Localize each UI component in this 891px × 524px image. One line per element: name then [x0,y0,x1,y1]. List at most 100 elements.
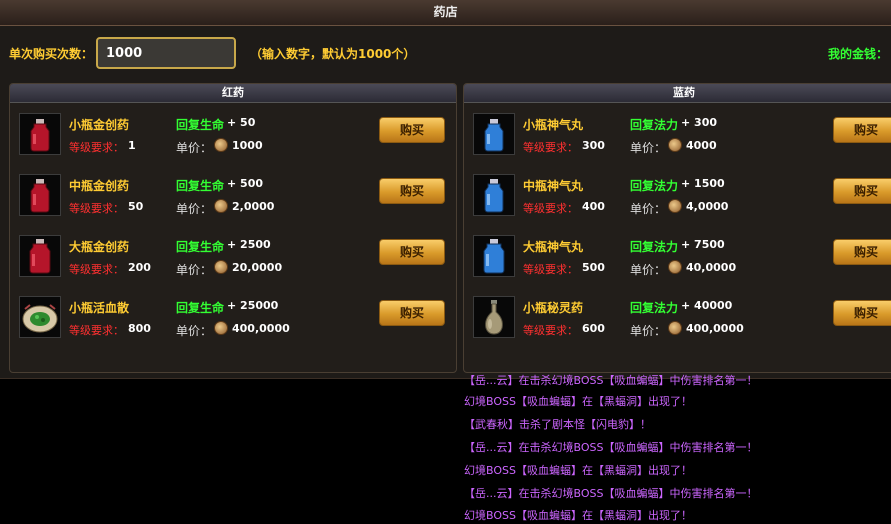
level-label: 等级要求： [523,202,578,215]
chat-message: 【武春秋】击杀了剧本怪【闪电豹】！ [464,418,651,431]
red-potion-small-icon [19,113,61,155]
red-panel-title: 红药 [10,84,456,103]
quantity-hint: （输入数字，默认为1000个） [250,47,416,61]
shop-item: 大瓶神气丸 等级要求： 500 回复法力 + 7500 单价： 40,0000 … [464,235,891,296]
shop-item: 中瓶神气丸 等级要求： 400 回复法力 + 1500 单价： 4,0000 购… [464,174,891,235]
chat-message: 幻境BOSS【吸血蝙蝠】在【黑蝠洞】出现了！ [464,464,692,477]
effect-value: + 500 [227,177,264,190]
blue-potion-panel: 蓝药 小瓶神气丸 等级要求： 300 回复法力 + 300 单价： 4000 购… [463,83,891,373]
buy-button[interactable]: 购买 [833,178,891,204]
effect-label: 回复法力 [630,301,679,315]
item-name: 小瓶金创药 [69,118,130,132]
item-name: 小瓶活血散 [69,301,130,315]
coin-icon [668,199,682,213]
herb-powder-icon [19,296,61,338]
price-value: 4000 [686,139,717,152]
shop-item: 大瓶金创药 等级要求： 200 回复生命 + 2500 单价： 20,0000 … [10,235,450,296]
level-value: 600 [582,322,605,335]
level-label: 等级要求： [523,141,578,154]
shop-item: 小瓶秘灵药 等级要求： 600 回复法力 + 40000 单价： 400,000… [464,296,891,357]
coin-icon [214,199,228,213]
coin-icon [214,138,228,152]
level-value: 1 [128,139,136,152]
chat-message: 【岳...云】在击杀幻境BOSS【吸血蝙蝠】中伤害排名第一！ [464,441,758,454]
buy-button[interactable]: 购买 [833,117,891,143]
price-value: 4,0000 [686,200,729,213]
red-potion-large-icon [19,235,61,277]
effect-value: + 1500 [681,177,725,190]
effect-value: + 300 [681,116,718,129]
window-title: 药店 [0,0,891,26]
buy-button[interactable]: 购买 [379,300,445,326]
price-value: 2,0000 [232,200,275,213]
price-label: 单价： [630,202,667,216]
price-label: 单价： [176,263,213,277]
price-value: 20,0000 [232,261,283,274]
money-label: 我的金钱： [828,47,889,61]
item-name: 小瓶秘灵药 [523,301,584,315]
effect-label: 回复法力 [630,179,679,193]
price-label: 单价： [630,141,667,155]
blue-potion-medium-icon [473,174,515,216]
item-name: 大瓶神气丸 [523,240,584,254]
shop-item: 小瓶神气丸 等级要求： 300 回复法力 + 300 单价： 4000 购买 [464,113,891,174]
chat-message: 幻境BOSS【吸血蝙蝠】在【黑蝠洞】出现了！ [464,395,692,408]
quantity-input[interactable] [96,37,236,69]
price-value: 1000 [232,139,263,152]
item-name: 小瓶神气丸 [523,118,584,132]
coin-icon [668,260,682,274]
level-label: 等级要求： [69,141,124,154]
effect-label: 回复生命 [176,118,225,132]
price-label: 单价： [176,202,213,216]
chat-message: 幻境BOSS【吸血蝙蝠】在【黑蝠洞】出现了！ [464,509,692,522]
shop-item: 小瓶金创药 等级要求： 1 回复生命 + 50 单价： 1000 购买 [10,113,450,174]
level-label: 等级要求： [69,324,124,337]
blue-panel-title: 蓝药 [464,84,891,103]
effect-value: + 7500 [681,238,725,251]
buy-button[interactable]: 购买 [379,178,445,204]
effect-value: + 25000 [227,299,279,312]
level-value: 50 [128,200,144,213]
coin-icon [214,260,228,274]
level-label: 等级要求： [69,202,124,215]
buy-button[interactable]: 购买 [833,239,891,265]
price-value: 40,0000 [686,261,737,274]
level-label: 等级要求： [523,263,578,276]
red-potion-medium-icon [19,174,61,216]
shop-item: 中瓶金创药 等级要求： 50 回复生命 + 500 单价： 2,0000 购买 [10,174,450,235]
chat-message: 【岳...云】在击杀幻境BOSS【吸血蝙蝠】中伤害排名第一！ [464,374,758,387]
buy-button[interactable]: 购买 [833,300,891,326]
blue-potion-large-icon [473,235,515,277]
level-label: 等级要求： [523,324,578,337]
price-label: 单价： [630,263,667,277]
price-value: 400,0000 [232,322,290,335]
effect-label: 回复生命 [176,240,225,254]
item-name: 中瓶金创药 [69,179,130,193]
level-value: 800 [128,322,151,335]
price-label: 单价： [176,324,213,338]
item-name: 大瓶金创药 [69,240,130,254]
buy-button[interactable]: 购买 [379,239,445,265]
effect-label: 回复生命 [176,179,225,193]
coin-icon [214,321,228,335]
vase-potion-icon [473,296,515,338]
red-potion-panel: 红药 小瓶金创药 等级要求： 1 回复生命 + 50 单价： 1000 购买 中… [9,83,457,373]
system-chat-log: 【岳...云】在击杀幻境BOSS【吸血蝙蝠】中伤害排名第一！ 幻境BOSS【吸血… [458,374,891,524]
level-value: 500 [582,261,605,274]
chat-message: 【岳...云】在击杀幻境BOSS【吸血蝙蝠】中伤害排名第一！ [464,487,758,500]
price-label: 单价： [176,141,213,155]
effect-label: 回复法力 [630,118,679,132]
quantity-label: 单次购买次数： [9,47,94,61]
item-name: 中瓶神气丸 [523,179,584,193]
level-label: 等级要求： [69,263,124,276]
effect-value: + 50 [227,116,256,129]
shop-item: 小瓶活血散 等级要求： 800 回复生命 + 25000 单价： 400,000… [10,296,450,357]
effect-value: + 2500 [227,238,271,251]
price-value: 400,0000 [686,322,744,335]
effect-label: 回复生命 [176,301,225,315]
buy-button[interactable]: 购买 [379,117,445,143]
coin-icon [668,138,682,152]
level-value: 200 [128,261,151,274]
coin-icon [668,321,682,335]
effect-value: + 40000 [681,299,733,312]
